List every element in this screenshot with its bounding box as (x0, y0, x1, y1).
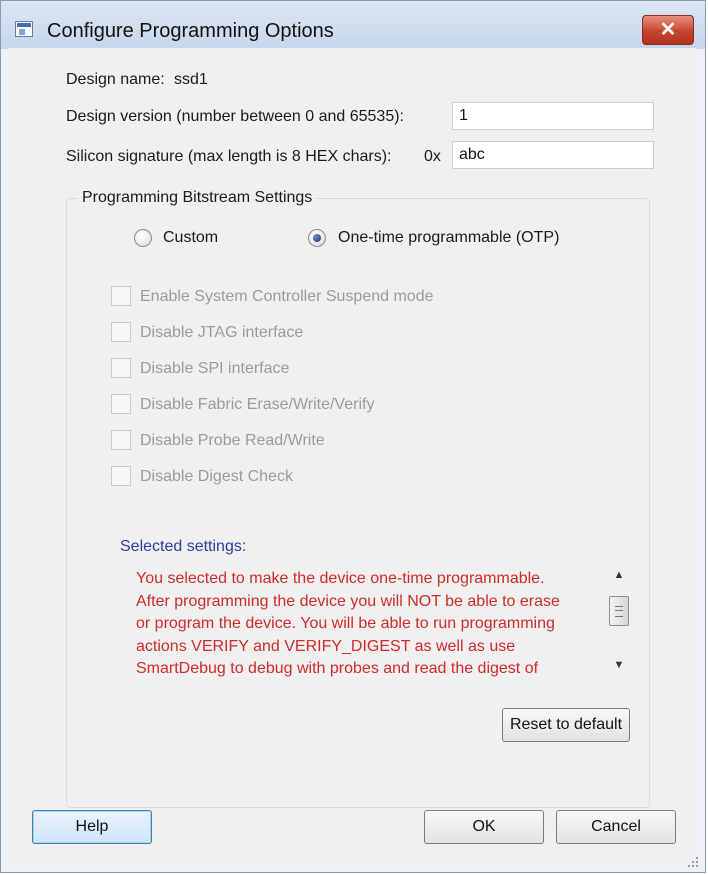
disable-fabric-erase-checkbox[interactable] (111, 394, 131, 414)
silicon-signature-input[interactable]: abc (452, 141, 654, 169)
disable-spi-label: Disable SPI interface (140, 360, 290, 377)
otp-radio-label[interactable]: One-time programmable (OTP) (338, 229, 559, 247)
disable-jtag-checkbox[interactable] (111, 322, 131, 342)
cancel-button[interactable]: Cancel (556, 810, 676, 844)
window-title: Configure Programming Options (47, 20, 334, 42)
design-version-input[interactable]: 1 (452, 102, 654, 130)
help-button[interactable]: Help (32, 810, 152, 844)
otp-radio[interactable] (308, 229, 326, 247)
close-button[interactable]: ✕ (642, 15, 694, 45)
design-name-label: Design name: (66, 71, 165, 88)
enable-suspend-mode-checkbox[interactable] (111, 286, 131, 306)
selected-settings-label: Selected settings: (120, 538, 247, 555)
silicon-signature-label: Silicon signature (max length is 8 HEX c… (66, 148, 392, 165)
design-version-label: Design version (number between 0 and 655… (66, 108, 404, 125)
custom-radio-label[interactable]: Custom (163, 229, 218, 247)
disable-probe-checkbox[interactable] (111, 430, 131, 450)
disable-fabric-erase-label: Disable Fabric Erase/Write/Verify (140, 396, 375, 413)
design-name-value: ssd1 (174, 71, 208, 88)
title-bar[interactable]: Configure Programming Options ✕ (1, 1, 705, 49)
reset-to-default-button[interactable]: Reset to default (502, 708, 630, 742)
scroll-up-arrow-icon[interactable]: ▲ (612, 568, 626, 582)
custom-radio[interactable] (134, 229, 152, 247)
enable-suspend-mode-label: Enable System Controller Suspend mode (140, 288, 434, 305)
scroll-down-arrow-icon[interactable]: ▼ (612, 658, 626, 672)
selected-settings-scrollbar[interactable]: ▲ ▼ (608, 568, 630, 680)
disable-digest-check-label: Disable Digest Check (140, 468, 293, 485)
resize-grip-icon[interactable] (686, 855, 698, 867)
hex-prefix-label: 0x (424, 148, 441, 165)
selected-settings-text[interactable]: You selected to make the device one-time… (136, 568, 606, 680)
disable-jtag-label: Disable JTAG interface (140, 324, 304, 341)
ok-button[interactable]: OK (424, 810, 544, 844)
disable-probe-label: Disable Probe Read/Write (140, 432, 325, 449)
scrollbar-thumb[interactable] (609, 596, 629, 626)
disable-spi-checkbox[interactable] (111, 358, 131, 378)
disable-digest-check-checkbox[interactable] (111, 466, 131, 486)
dialog-body: Design name: ssd1 Design version (number… (8, 48, 696, 864)
window-app-icon (15, 21, 33, 37)
bitstream-settings-title: Programming Bitstream Settings (78, 189, 317, 207)
